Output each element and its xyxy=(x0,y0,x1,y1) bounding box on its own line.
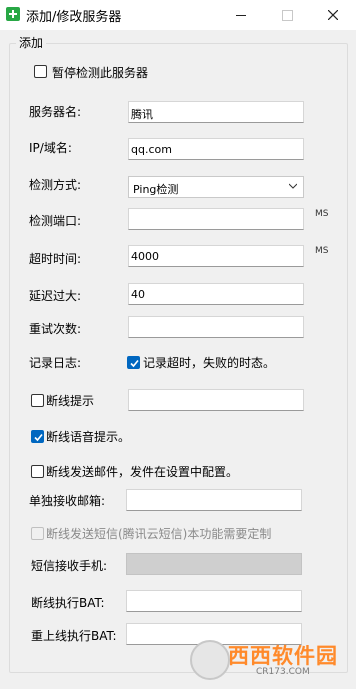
title-bar: 添加/修改服务器 xyxy=(0,0,356,30)
latency-label: 延迟过大: xyxy=(29,289,82,303)
timeout-label: 超时时间: xyxy=(29,252,82,266)
group-title: 添加 xyxy=(16,34,47,51)
watermark-c-icon xyxy=(190,640,230,680)
check-method-label: 检测方式: xyxy=(29,178,82,192)
server-name-label: 服务器名: xyxy=(29,105,82,119)
log-option-label: 记录超时，失败的时态。 xyxy=(143,356,276,370)
watermark-logo: 西西软件园 CR173.COM xyxy=(190,636,350,682)
sms-alert-checkbox xyxy=(31,527,44,540)
separate-email-label: 单独接收邮箱: xyxy=(29,494,106,508)
sms-phone-input xyxy=(126,553,302,575)
disconnect-bat-input[interactable] xyxy=(126,590,302,612)
disconnect-prompt-checkbox[interactable] xyxy=(31,394,44,407)
check-port-unit: MS xyxy=(315,209,329,219)
timeout-input[interactable]: 4000 xyxy=(128,245,304,267)
timeout-unit: MS xyxy=(315,246,329,256)
retries-input[interactable] xyxy=(128,316,304,338)
disconnect-prompt-input[interactable] xyxy=(128,389,304,411)
log-checkbox[interactable] xyxy=(127,356,140,369)
checkmark-icon xyxy=(34,433,43,442)
sms-phone-label: 短信接收手机: xyxy=(31,559,108,573)
close-icon xyxy=(327,9,339,21)
minimize-button[interactable] xyxy=(218,0,264,30)
log-label: 记录日志: xyxy=(29,356,82,370)
watermark-text: 西西软件园 xyxy=(228,644,338,668)
separate-email-input[interactable] xyxy=(126,489,302,511)
app-add-icon xyxy=(6,7,20,21)
voice-prompt-checkbox[interactable] xyxy=(31,430,44,443)
chevron-down-icon xyxy=(289,183,297,189)
maximize-button xyxy=(264,0,310,30)
voice-prompt-label: 断线语音提示。 xyxy=(46,430,131,444)
check-method-select[interactable]: Ping检测 xyxy=(128,176,304,198)
maximize-icon xyxy=(281,9,293,21)
ip-domain-input[interactable]: qq.com xyxy=(128,138,304,160)
disconnect-prompt-label: 断线提示 xyxy=(46,394,95,408)
email-alert-checkbox[interactable] xyxy=(31,465,44,478)
pause-check-checkbox[interactable] xyxy=(34,65,47,78)
minimize-icon xyxy=(236,14,246,16)
latency-input[interactable]: 40 xyxy=(128,283,304,305)
check-port-label: 检测端口: xyxy=(29,214,82,228)
check-method-value: Ping检测 xyxy=(133,183,179,196)
reconnect-bat-label: 重上线执行BAT: xyxy=(31,629,117,643)
disconnect-bat-label: 断线执行BAT: xyxy=(31,596,105,610)
email-alert-label: 断线发送邮件，发件在设置中配置。 xyxy=(46,465,239,479)
server-name-input[interactable]: 腾讯 xyxy=(128,101,304,123)
close-button[interactable] xyxy=(310,0,356,30)
check-port-input[interactable] xyxy=(128,208,304,230)
sms-alert-label: 断线发送短信(腾讯云短信)本功能需要定制 xyxy=(46,527,272,541)
retries-label: 重试次数: xyxy=(29,322,82,336)
window-title: 添加/修改服务器 xyxy=(26,10,122,25)
watermark-url: CR173.COM xyxy=(256,667,310,677)
checkmark-icon xyxy=(130,359,139,368)
pause-check-label: 暂停检测此服务器 xyxy=(52,66,149,80)
ip-domain-label: IP/域名: xyxy=(29,141,72,155)
